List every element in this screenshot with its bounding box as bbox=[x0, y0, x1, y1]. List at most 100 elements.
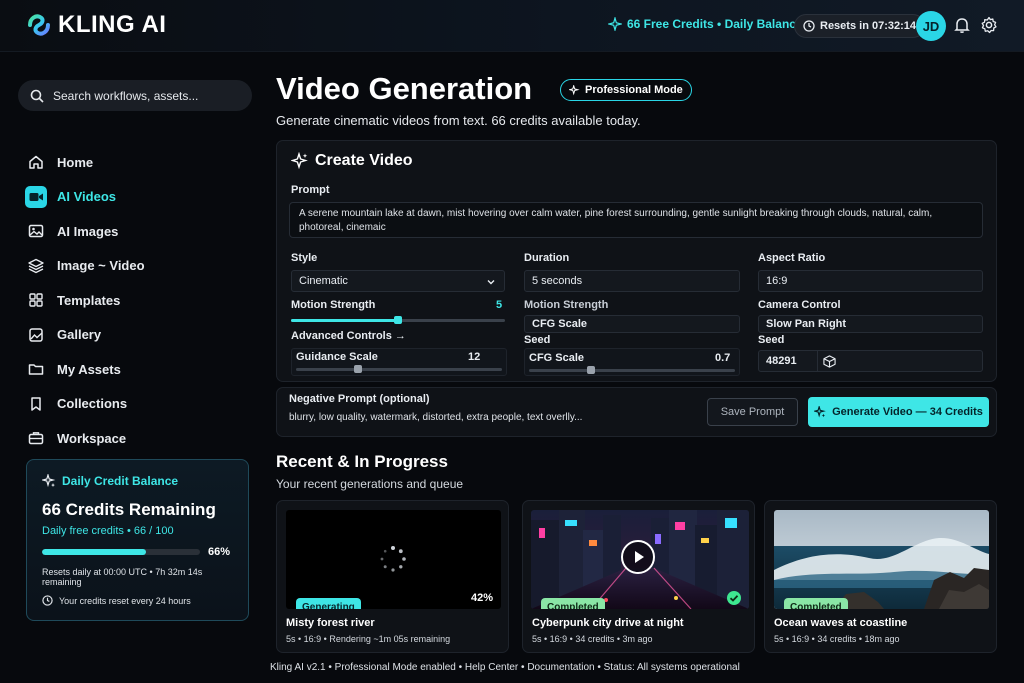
sidebar-item-collections[interactable]: Collections bbox=[22, 387, 252, 422]
footer: Kling AI v2.1 • Professional Mode enable… bbox=[270, 662, 740, 673]
grid-icon bbox=[25, 289, 47, 311]
sidebar-item-label: AI Images bbox=[57, 223, 119, 239]
save-prompt-button[interactable]: Save Prompt bbox=[707, 398, 798, 426]
sparkle-icon bbox=[608, 17, 622, 31]
credit-reset-info: Resets daily at 00:00 UTC • 7h 32m 14s r… bbox=[42, 567, 203, 587]
briefcase-icon bbox=[25, 427, 47, 449]
sidebar-item-gallery[interactable]: Gallery bbox=[22, 318, 252, 353]
create-video-title: Create Video bbox=[315, 152, 413, 169]
style-select[interactable]: Cinematic bbox=[291, 270, 505, 292]
motion-strength-handle[interactable] bbox=[394, 316, 402, 324]
video-card-meta: 5s • 16:9 • 34 credits • 18m ago bbox=[774, 634, 900, 644]
negative-prompt-label: Negative Prompt (optional) bbox=[289, 393, 430, 405]
video-icon bbox=[25, 185, 47, 208]
avatar[interactable]: JD bbox=[916, 11, 946, 41]
generation-progress: 42% bbox=[470, 592, 493, 604]
seed-input[interactable]: 48291 bbox=[758, 350, 983, 372]
credit-card-title: Daily Credit Balance bbox=[62, 474, 179, 488]
clock-icon bbox=[803, 20, 815, 32]
video-card[interactable]: Completed Cyberpunk city drive at night … bbox=[522, 500, 755, 653]
layers-icon bbox=[25, 255, 47, 277]
loading-spinner-icon bbox=[380, 546, 406, 572]
play-icon[interactable] bbox=[621, 540, 655, 574]
guidance-scale-slider[interactable] bbox=[296, 365, 502, 373]
logo[interactable]: KLING AI bbox=[26, 11, 166, 39]
duration-value: 5 seconds bbox=[532, 275, 583, 287]
status-badge: Completed bbox=[784, 598, 848, 609]
motion-strength-label: Motion Strength bbox=[291, 299, 376, 311]
negative-prompt-input[interactable]: blurry, low quality, watermark, distorte… bbox=[289, 412, 582, 423]
reset-timer-text: Resets in 07:32:14 bbox=[820, 20, 916, 32]
sidebar-item-label: Image ~ Video bbox=[57, 258, 145, 274]
sidebar-item-ai-videos[interactable]: AI Videos bbox=[22, 180, 252, 215]
credit-balance-card: Daily Credit Balance 66 Credits Remainin… bbox=[26, 459, 249, 621]
sidebar-item-label: Workspace bbox=[57, 430, 127, 446]
video-thumbnail-ocean: Completed bbox=[774, 510, 989, 609]
search-placeholder: Search workflows, assets... bbox=[53, 88, 199, 103]
seed-label: Seed bbox=[524, 334, 551, 346]
advanced-controls-link[interactable]: Advanced Controls → bbox=[291, 330, 406, 342]
sparkle-icon bbox=[814, 406, 826, 418]
mode-badge[interactable]: Professional Mode bbox=[560, 79, 692, 101]
motion-strength-value: 5 bbox=[496, 299, 503, 311]
search-input[interactable]: Search workflows, assets... bbox=[18, 80, 252, 111]
duration-label: Duration bbox=[524, 252, 570, 264]
generate-video-button[interactable]: Generate Video — 34 Credits bbox=[808, 397, 989, 427]
video-card-meta: 5s • 16:9 • Rendering ~1m 05s remaining bbox=[286, 634, 451, 644]
guidance-scale-label: Guidance Scale bbox=[296, 351, 378, 363]
guidance-scale-control[interactable]: Guidance Scale 12 bbox=[291, 348, 507, 376]
image-icon bbox=[25, 220, 47, 242]
cfg-scale-control[interactable]: CFG Scale 0.7 bbox=[524, 348, 740, 376]
kling-logo-icon bbox=[28, 14, 50, 36]
cfg-scale-label: CFG Scale bbox=[529, 352, 585, 364]
prompt-input[interactable]: A serene mountain lake at dawn, mist hov… bbox=[289, 202, 983, 238]
check-circle-icon bbox=[727, 591, 741, 605]
sidebar-item-templates[interactable]: Templates bbox=[22, 283, 252, 318]
gear-icon[interactable] bbox=[980, 16, 998, 34]
credit-percent: 66% bbox=[208, 546, 231, 558]
recent-section-title: Recent & In Progress bbox=[276, 452, 448, 471]
motion-strength-slider[interactable] bbox=[291, 316, 505, 324]
video-card-title: Misty forest river bbox=[286, 617, 375, 629]
gallery-icon bbox=[25, 324, 47, 346]
chevron-down-icon bbox=[487, 280, 495, 285]
prompt-label: Prompt bbox=[291, 184, 330, 196]
create-video-header: Create Video bbox=[291, 152, 413, 170]
cfg-scale-handle[interactable] bbox=[586, 366, 595, 374]
sidebar-item-image-video[interactable]: Image ~ Video bbox=[22, 249, 252, 284]
camera-control-select[interactable]: Slow Pan Right bbox=[758, 315, 983, 333]
sidebar-item-ai-images[interactable]: AI Images bbox=[22, 214, 252, 249]
cfg-scale-field-label: CFG Scale bbox=[532, 318, 588, 330]
aspect-ratio-select[interactable]: 16:9 bbox=[758, 270, 983, 292]
style-value: Cinematic bbox=[299, 275, 348, 287]
credit-progress-fill bbox=[42, 549, 147, 555]
credit-card-header: Daily Credit Balance bbox=[42, 474, 233, 488]
bookmark-icon bbox=[25, 393, 47, 415]
search-icon bbox=[30, 89, 44, 103]
camera-control-value: Slow Pan Right bbox=[766, 318, 847, 330]
credits-summary[interactable]: 66 Free Credits • Daily Balance bbox=[608, 17, 803, 31]
cfg-scale-slider[interactable] bbox=[529, 366, 735, 374]
status-badge: Completed bbox=[541, 598, 605, 609]
sidebar-item-workspace[interactable]: Workspace bbox=[22, 421, 252, 456]
sidebar-item-label: My Assets bbox=[57, 361, 121, 377]
video-card-meta: 5s • 16:9 • 34 credits • 3m ago bbox=[532, 634, 653, 644]
sidebar-item-my-assets[interactable]: My Assets bbox=[22, 352, 252, 387]
bell-icon[interactable] bbox=[953, 16, 971, 34]
home-icon bbox=[25, 151, 47, 173]
aspect-ratio-label: Aspect Ratio bbox=[758, 252, 826, 264]
guidance-scale-handle[interactable] bbox=[353, 365, 362, 373]
sidebar-item-home[interactable]: Home bbox=[22, 145, 252, 180]
dice-icon[interactable] bbox=[823, 355, 836, 368]
video-thumbnail-cyberpunk: Completed bbox=[531, 510, 749, 609]
video-card[interactable]: Completed Ocean waves at coastline 5s • … bbox=[764, 500, 997, 653]
clock-icon bbox=[42, 595, 53, 606]
mode-badge-label: Professional Mode bbox=[585, 84, 683, 96]
camera-control-label: Camera Control bbox=[758, 299, 841, 311]
top-bar: KLING AI 66 Free Credits • Daily Balance… bbox=[0, 0, 1024, 52]
video-card[interactable]: Generating 42% Misty forest river 5s • 1… bbox=[276, 500, 509, 653]
sidebar-item-label: Templates bbox=[57, 292, 121, 308]
sidebar-item-label: Collections bbox=[57, 396, 128, 412]
duration-select[interactable]: 5 seconds bbox=[524, 270, 740, 292]
cfg-scale-field[interactable]: CFG Scale bbox=[524, 315, 740, 333]
